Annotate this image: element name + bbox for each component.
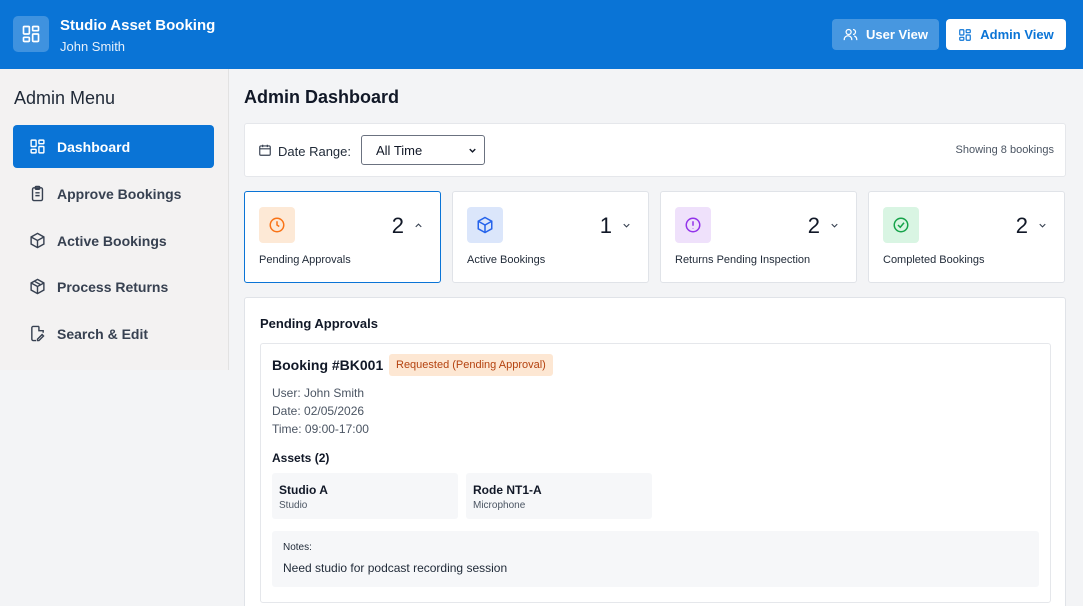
dashboard-grid-icon: [959, 28, 972, 41]
chevron-down-icon: [469, 148, 476, 153]
stat-card-active-bookings[interactable]: 1 Active Bookings: [452, 191, 649, 283]
admin-view-button[interactable]: Admin View: [946, 19, 1066, 50]
sidebar-item-label: Dashboard: [57, 138, 131, 155]
box-icon: [467, 207, 503, 243]
sidebar-item-dashboard[interactable]: Dashboard: [13, 125, 214, 168]
stat-label: Active Bookings: [467, 254, 546, 266]
notes-text: Need studio for podcast recording sessio…: [283, 561, 508, 575]
booking-count-text: Showing 8 bookings: [955, 144, 1054, 156]
page-title: Admin Dashboard: [244, 87, 400, 107]
booking-card[interactable]: Booking #BK001 Requested (Pending Approv…: [260, 343, 1051, 603]
sidebar-title: Admin Menu: [14, 88, 116, 108]
booking-date: Date: 02/05/2026: [272, 404, 365, 418]
asset-type: Studio: [279, 500, 308, 511]
stat-count: 2: [391, 213, 404, 238]
date-range-select[interactable]: All Time: [361, 135, 485, 165]
chevron-up-icon: [415, 223, 422, 228]
stat-label: Returns Pending Inspection: [675, 254, 811, 266]
notes-label: Notes:: [283, 542, 312, 553]
package-icon: [28, 232, 46, 250]
clipboard-icon: [28, 185, 46, 203]
sidebar-item-search-edit[interactable]: Search & Edit: [13, 312, 214, 355]
stat-card-completed-bookings[interactable]: 2 Completed Bookings: [868, 191, 1065, 283]
current-user-name: John Smith: [60, 39, 126, 54]
section-title: Pending Approvals: [260, 316, 378, 331]
app-header: Studio Asset Booking John Smith User Vie…: [0, 0, 1083, 69]
date-filter-card: Date Range: All Time Showing 8 bookings: [244, 123, 1066, 177]
sidebar-item-label: Active Bookings: [57, 232, 167, 249]
sidebar-item-label: Process Returns: [57, 278, 169, 295]
status-badge: Requested (Pending Approval): [389, 354, 553, 376]
admin-view-label: Admin View: [980, 27, 1054, 42]
stat-card-returns-pending-inspection[interactable]: 2 Returns Pending Inspection: [660, 191, 857, 283]
admin-sidebar: Admin Menu Dashboard Approve Bookings Ac…: [0, 69, 229, 370]
asset-item: Rode NT1-A Microphone: [466, 473, 652, 519]
pending-approvals-section: Pending Approvals Booking #BK001 Request…: [244, 297, 1066, 606]
chevron-down-icon: [1039, 223, 1046, 228]
package-return-icon: [28, 278, 46, 296]
stat-count: 2: [1015, 213, 1028, 238]
users-icon: [843, 28, 858, 41]
booking-id: Booking #BK001: [272, 357, 384, 373]
date-range-value: All Time: [376, 142, 423, 158]
stat-label: Completed Bookings: [883, 254, 985, 266]
booking-time: Time: 09:00-17:00: [272, 422, 369, 436]
assets-title: Assets (2): [272, 451, 330, 465]
asset-name: Studio A: [279, 483, 328, 497]
sidebar-item-label: Approve Bookings: [57, 185, 182, 202]
check-circle-icon: [883, 207, 919, 243]
sidebar-item-process-returns[interactable]: Process Returns: [13, 265, 214, 308]
stat-count: 1: [599, 213, 612, 238]
chevron-down-icon: [831, 223, 838, 228]
alert-circle-icon: [675, 207, 711, 243]
user-view-button[interactable]: User View: [832, 19, 939, 50]
dashboard-grid-icon: [28, 138, 46, 156]
stat-count: 2: [807, 213, 820, 238]
app-logo-icon: [13, 16, 49, 52]
stat-card-pending-approvals[interactable]: 2 Pending Approvals: [244, 191, 441, 283]
booking-user: User: John Smith: [272, 386, 365, 400]
stat-label: Pending Approvals: [259, 254, 351, 266]
sidebar-item-approve-bookings[interactable]: Approve Bookings: [13, 172, 214, 215]
date-range-label: Date Range:: [278, 144, 351, 159]
chevron-down-icon: [623, 223, 630, 228]
asset-item: Studio A Studio: [272, 473, 458, 519]
sidebar-item-active-bookings[interactable]: Active Bookings: [13, 219, 214, 262]
asset-type: Microphone: [473, 500, 526, 511]
user-view-label: User View: [866, 27, 928, 42]
clock-icon: [259, 207, 295, 243]
booking-notes: Notes: Need studio for podcast recording…: [272, 531, 1039, 587]
file-edit-icon: [28, 325, 46, 343]
sidebar-item-label: Search & Edit: [57, 325, 149, 342]
asset-name: Rode NT1-A: [473, 483, 542, 497]
app-title: Studio Asset Booking: [60, 17, 216, 34]
calendar-icon: [259, 144, 271, 156]
